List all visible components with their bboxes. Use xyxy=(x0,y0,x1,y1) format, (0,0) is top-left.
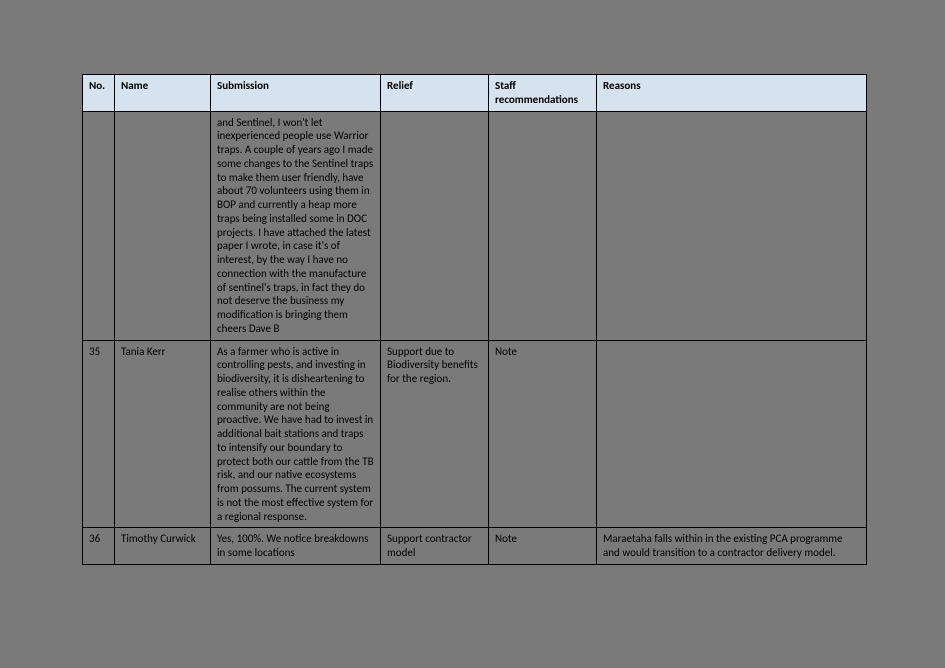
cell-name: Tania Kerr xyxy=(115,340,211,528)
cell-no xyxy=(83,111,115,340)
document-page: No. Name Submission Relief Staff recomme… xyxy=(82,74,866,565)
col-header-reasons: Reasons xyxy=(597,75,867,112)
cell-reasons: Maraetaha falls within in the existing P… xyxy=(597,528,867,565)
col-header-no: No. xyxy=(83,75,115,112)
cell-staff: Note xyxy=(489,528,597,565)
col-header-relief: Relief xyxy=(381,75,489,112)
cell-submission: and Sentinel, I won't let inexperienced … xyxy=(211,111,381,340)
cell-no: 35 xyxy=(83,340,115,528)
cell-reasons xyxy=(597,111,867,340)
table-row: 35 Tania Kerr As a farmer who is active … xyxy=(83,340,867,528)
cell-submission: Yes, 100%. We notice breakdowns in some … xyxy=(211,528,381,565)
cell-relief: Support contractor model xyxy=(381,528,489,565)
col-header-name: Name xyxy=(115,75,211,112)
col-header-staff: Staff recommendations xyxy=(489,75,597,112)
cell-name xyxy=(115,111,211,340)
table-row: 36 Timothy Curwick Yes, 100%. We notice … xyxy=(83,528,867,565)
cell-relief: Support due to Biodiversity benefits for… xyxy=(381,340,489,528)
col-header-submission: Submission xyxy=(211,75,381,112)
submissions-table: No. Name Submission Relief Staff recomme… xyxy=(82,74,867,565)
cell-staff xyxy=(489,111,597,340)
cell-relief xyxy=(381,111,489,340)
table-row: and Sentinel, I won't let inexperienced … xyxy=(83,111,867,340)
cell-submission: As a farmer who is active in controlling… xyxy=(211,340,381,528)
cell-no: 36 xyxy=(83,528,115,565)
table-header-row: No. Name Submission Relief Staff recomme… xyxy=(83,75,867,112)
cell-name: Timothy Curwick xyxy=(115,528,211,565)
cell-reasons xyxy=(597,340,867,528)
cell-staff: Note xyxy=(489,340,597,528)
